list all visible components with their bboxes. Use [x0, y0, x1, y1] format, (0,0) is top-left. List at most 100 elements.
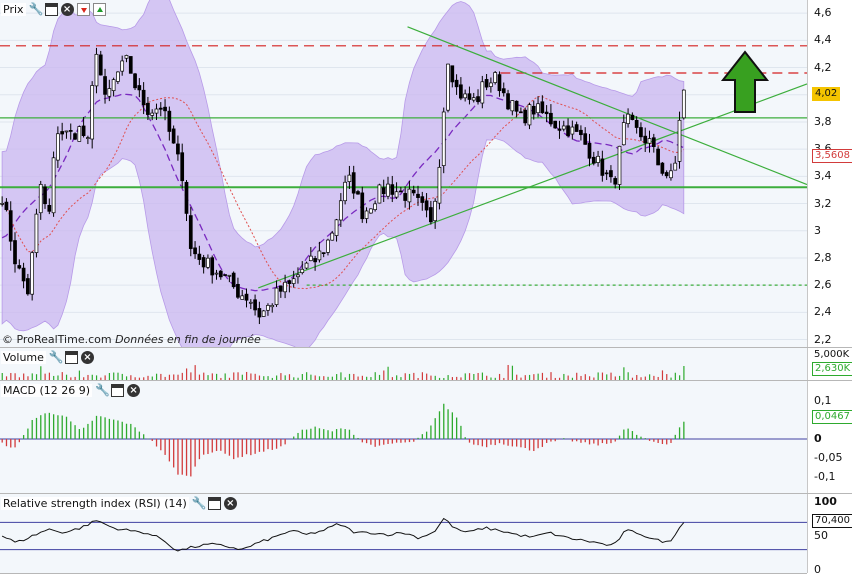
price-tick-label: 3,8 — [814, 116, 832, 127]
macd-histogram-bar — [220, 439, 221, 451]
macd-histogram-bar — [400, 439, 401, 443]
volume-bar — [207, 375, 208, 380]
macd-histogram-bar — [92, 421, 93, 439]
close-icon[interactable]: × — [127, 384, 140, 397]
volume-tick-label: 5,000K — [814, 349, 849, 360]
macd-histogram-bar — [190, 439, 191, 476]
candle-body — [121, 61, 124, 71]
window-icon[interactable] — [111, 384, 124, 397]
window-icon[interactable] — [65, 351, 78, 364]
candle-body — [185, 182, 188, 213]
volume-bar — [632, 378, 633, 380]
candle-body — [279, 286, 282, 291]
wrench-icon[interactable]: 🔧 — [192, 497, 205, 510]
volume-bar — [87, 375, 88, 380]
macd-histogram-bar — [443, 404, 444, 439]
candle-body — [241, 296, 244, 300]
x-axis[interactable] — [0, 573, 807, 588]
macd-histogram-bar — [357, 438, 358, 439]
volume-bar — [615, 376, 616, 380]
candle-body — [309, 256, 312, 261]
volume-bar — [285, 375, 286, 380]
candle-body — [262, 311, 265, 317]
volume-bar — [628, 372, 629, 380]
volume-bar — [495, 378, 496, 380]
price-tick-label: 2,2 — [814, 334, 832, 345]
macd-histogram-bar — [259, 439, 260, 452]
candle-body — [266, 305, 269, 310]
macd-histogram-bar — [27, 429, 28, 439]
wrench-icon[interactable]: 🔧 — [29, 3, 42, 16]
volume-bar — [66, 375, 67, 380]
macd-histogram-bar — [233, 439, 234, 459]
macd-histogram-bar — [615, 439, 616, 442]
price-tick-label: 3,4 — [814, 170, 832, 181]
candle-body — [14, 241, 17, 264]
candle-body — [172, 129, 175, 143]
macd-histogram-bar — [520, 439, 521, 447]
volume-bar — [606, 374, 607, 380]
volume-bar — [27, 376, 28, 380]
window-icon[interactable] — [45, 3, 58, 16]
macd-histogram-bar — [212, 439, 213, 453]
wrench-icon[interactable]: 🔧 — [49, 351, 62, 364]
candle-body — [65, 131, 68, 132]
candle-body — [74, 134, 77, 140]
volume-bar — [653, 376, 654, 380]
wrench-icon[interactable]: 🔧 — [95, 384, 108, 397]
down-arrow-icon[interactable] — [77, 3, 90, 16]
candle-body — [575, 125, 578, 132]
macd-histogram-bar — [537, 439, 538, 448]
macd-histogram-bar — [542, 439, 543, 447]
up-arrow-icon[interactable] — [93, 3, 106, 16]
macd-histogram-bar — [139, 432, 140, 439]
candle-body — [374, 204, 377, 210]
candle-body — [524, 110, 527, 123]
bullish-arrow — [723, 52, 767, 112]
volume-bar — [306, 372, 307, 380]
macd-histogram-bar — [310, 429, 311, 439]
macd-histogram-bar — [679, 427, 680, 439]
volume-bar — [396, 375, 397, 380]
candle-body — [622, 123, 625, 145]
candle-body — [82, 126, 85, 136]
macd-histogram-bar — [486, 439, 487, 447]
close-icon[interactable]: × — [61, 3, 74, 16]
candle-body — [425, 201, 428, 210]
volume-bar — [666, 374, 667, 380]
macd-histogram-bar — [439, 411, 440, 439]
macd-histogram-bar — [297, 433, 298, 439]
volume-bar — [448, 375, 449, 380]
macd-tick-label: 0 — [814, 433, 822, 444]
rsi-badge: 70,400 — [812, 514, 852, 528]
volume-bar — [555, 378, 556, 380]
candle-body — [447, 64, 450, 110]
candle-body — [39, 184, 42, 212]
macd-histogram-bar — [417, 438, 418, 439]
candle-body — [678, 120, 681, 161]
window-icon[interactable] — [208, 497, 221, 510]
macd-histogram-bar — [640, 437, 641, 439]
close-icon[interactable]: × — [81, 351, 94, 364]
macd-histogram-bar — [6, 439, 7, 446]
candle-body — [18, 265, 21, 268]
candle-body — [129, 56, 132, 73]
candle-body — [554, 121, 557, 128]
macd-histogram-bar — [550, 439, 551, 442]
volume-bar — [353, 374, 354, 380]
volume-bar — [568, 376, 569, 380]
candle-body — [618, 146, 621, 184]
volume-bar — [160, 374, 161, 380]
macd-histogram-bar — [392, 439, 393, 444]
candle-body — [301, 269, 304, 272]
rsi-title: Relative strength index (RSI) (14) — [1, 497, 189, 510]
volume-bar — [100, 378, 101, 380]
close-icon[interactable]: × — [224, 497, 237, 510]
candle-body — [232, 273, 235, 287]
macd-histogram-bar — [224, 439, 225, 454]
macd-histogram-bar — [74, 425, 75, 439]
candle-body — [194, 248, 197, 254]
macd-histogram-bar — [366, 439, 367, 443]
macd-histogram-bar — [113, 420, 114, 439]
macd-histogram-bar — [482, 439, 483, 446]
